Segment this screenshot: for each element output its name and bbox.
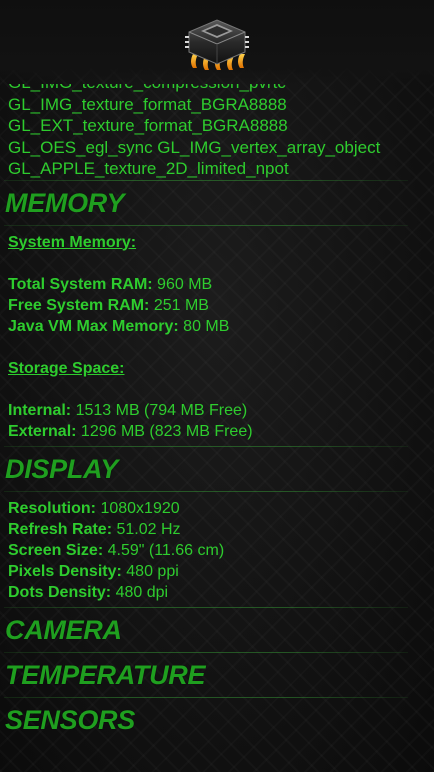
section-header-memory[interactable]: MEMORY (0, 181, 434, 225)
memory-section-body: System Memory: Total System RAM: 960 MB … (0, 226, 434, 446)
external-storage-label: External: (8, 422, 77, 440)
app-header (0, 0, 434, 84)
display-section-body: Resolution: 1080x1920 Refresh Rate: 51.0… (0, 492, 434, 607)
gl-extensions-list: GL_IMG_texture_compression_pvrtc GL_IMG_… (0, 84, 434, 180)
refresh-rate-label: Refresh Rate: (8, 520, 113, 538)
free-ram-row: Free System RAM: 251 MB (8, 295, 426, 316)
system-memory-heading: System Memory: (8, 233, 137, 251)
java-vm-value: 80 MB (178, 317, 230, 335)
external-storage-value: 1296 MB (823 MB Free) (76, 422, 253, 440)
section-header-temperature[interactable]: TEMPERATURE (0, 653, 434, 697)
gl-extension-item: GL_APPLE_texture_2D_limited_npot (8, 159, 289, 178)
dots-density-label: Dots Density: (8, 583, 112, 601)
total-ram-label: Total System RAM: (8, 275, 153, 293)
dots-density-row: Dots Density: 480 dpi (8, 582, 426, 603)
app-screen: GL_IMG_texture_compression_pvrtc GL_IMG_… (0, 0, 434, 772)
pixels-density-label: Pixels Density: (8, 562, 122, 580)
resolution-value: 1080x1920 (96, 499, 180, 517)
free-ram-label: Free System RAM: (8, 296, 150, 314)
gl-extension-item: GL_OES_egl_sync GL_IMG_vertex_array_obje… (8, 137, 381, 157)
screen-size-label: Screen Size: (8, 541, 104, 559)
resolution-label: Resolution: (8, 499, 96, 517)
refresh-rate-value: 51.02 Hz (112, 520, 181, 538)
total-ram-value: 960 MB (152, 275, 213, 293)
java-vm-row: Java VM Max Memory: 80 MB (8, 316, 426, 337)
gl-extension-item: GL_IMG_texture_format_BGRA8888 (8, 94, 287, 114)
refresh-rate-row: Refresh Rate: 51.02 Hz (8, 519, 426, 540)
pixels-density-value: 480 ppi (121, 562, 179, 580)
gl-extension-item: GL_EXT_texture_format_BGRA8888 (8, 116, 288, 135)
total-ram-row: Total System RAM: 960 MB (8, 274, 426, 295)
screen-size-row: Screen Size: 4.59" (11.66 cm) (8, 540, 426, 561)
external-storage-row: External: 1296 MB (823 MB Free) (8, 421, 426, 442)
storage-space-heading: Storage Space: (8, 359, 125, 377)
internal-storage-value: 1513 MB (794 MB Free) (71, 401, 248, 419)
screen-size-value: 4.59" (11.66 cm) (103, 541, 225, 559)
section-header-camera[interactable]: CAMERA (0, 608, 434, 652)
dots-density-value: 480 dpi (111, 583, 169, 601)
pixels-density-row: Pixels Density: 480 ppi (8, 561, 426, 582)
java-vm-label: Java VM Max Memory: (8, 317, 179, 335)
free-ram-value: 251 MB (149, 296, 209, 314)
resolution-row: Resolution: 1080x1920 (8, 498, 426, 519)
cpu-chip-icon (185, 19, 249, 70)
section-header-sensors[interactable]: SENSORS (0, 698, 434, 742)
gl-extension-item: GL_IMG_texture_compression_pvrtc (8, 84, 434, 94)
info-content[interactable]: GL_IMG_texture_compression_pvrtc GL_IMG_… (0, 84, 434, 772)
internal-storage-label: Internal: (8, 401, 72, 419)
internal-storage-row: Internal: 1513 MB (794 MB Free) (8, 400, 426, 421)
section-header-display[interactable]: DISPLAY (0, 447, 434, 491)
